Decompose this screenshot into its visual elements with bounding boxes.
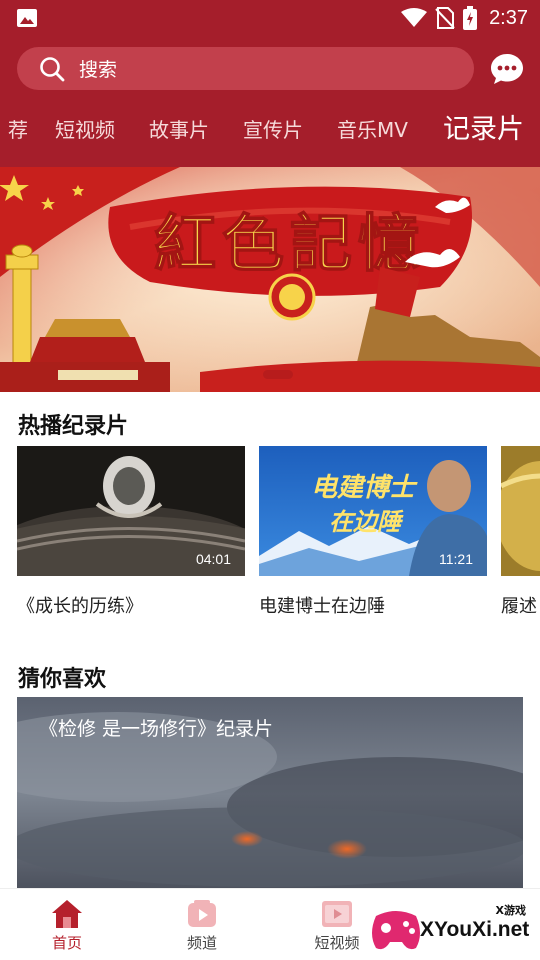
video-thumbnail: 电建博士 在边陲 11:21 bbox=[259, 446, 487, 576]
image-icon bbox=[17, 9, 37, 27]
watermark-small-text: X游戏 bbox=[495, 904, 526, 917]
hot-documentary-list: 04:01 《成长的历练》 电建博士 在边陲 11:21 电建博士在边陲 履述 bbox=[0, 446, 540, 626]
category-tabs: 荐 短视频 故事片 宣传片 音乐MV 记录片 bbox=[0, 104, 540, 156]
tab-promo-film[interactable]: 宣传片 bbox=[243, 104, 303, 156]
recommended-video-title: 《检修 是一场修行》纪录片 bbox=[39, 718, 274, 740]
carousel-indicator bbox=[263, 370, 293, 379]
home-icon bbox=[52, 900, 82, 928]
channel-play-icon bbox=[188, 900, 216, 927]
status-time: 2:37 bbox=[489, 6, 528, 29]
message-icon[interactable] bbox=[490, 52, 524, 86]
video-card[interactable]: 电建博士 在边陲 11:21 电建博士在边陲 bbox=[259, 446, 487, 618]
gamepad-icon bbox=[372, 911, 420, 950]
search-icon bbox=[40, 56, 65, 81]
nav-home[interactable]: 首页 bbox=[22, 889, 112, 960]
svg-text:在边陲: 在边陲 bbox=[329, 507, 404, 536]
banner-carousel[interactable]: 紅色記憶 bbox=[0, 167, 540, 392]
search-input[interactable]: 搜索 bbox=[79, 55, 117, 82]
tab-recommend[interactable]: 荐 bbox=[8, 104, 28, 156]
recommended-video-card[interactable]: 《检修 是一场修行》纪录片 bbox=[17, 697, 523, 892]
watermark-text: XYouXi.net bbox=[420, 918, 530, 941]
svg-text:电建博士: 电建博士 bbox=[311, 473, 418, 503]
nav-label: 首页 bbox=[51, 934, 82, 952]
video-title: 《成长的历练》 bbox=[17, 596, 143, 617]
search-bar[interactable]: 搜索 bbox=[17, 47, 474, 90]
banner-image: 紅色記憶 bbox=[0, 167, 540, 392]
no-sim-icon bbox=[435, 7, 455, 29]
video-duration: 04:01 bbox=[195, 551, 231, 567]
video-card[interactable]: 04:01 《成长的历练》 bbox=[17, 446, 245, 618]
battery-icon bbox=[463, 6, 478, 30]
video-thumbnail: 04:01 bbox=[17, 446, 245, 576]
watermark-logo: X游戏 XYouXi.net bbox=[368, 898, 536, 956]
video-card[interactable]: 履述 bbox=[501, 446, 540, 618]
nav-channel[interactable]: 频道 bbox=[157, 889, 247, 960]
status-bar: 2:37 bbox=[0, 0, 540, 36]
nav-label: 频道 bbox=[186, 934, 217, 952]
video-thumbnail bbox=[501, 446, 540, 576]
tab-music-mv[interactable]: 音乐MV bbox=[337, 104, 408, 156]
tab-story-film[interactable]: 故事片 bbox=[149, 104, 209, 156]
guess-section-title: 猜你喜欢 bbox=[18, 667, 107, 692]
video-title: 履述 bbox=[501, 596, 537, 617]
short-video-icon bbox=[322, 901, 352, 927]
video-title: 电建博士在边陲 bbox=[259, 596, 385, 617]
wifi-icon bbox=[401, 8, 428, 27]
hot-section-title: 热播纪录片 bbox=[18, 414, 129, 439]
video-duration: 11:21 bbox=[439, 551, 473, 567]
tab-short-video[interactable]: 短视频 bbox=[55, 104, 115, 156]
tab-documentary[interactable]: 记录片 bbox=[443, 104, 524, 156]
